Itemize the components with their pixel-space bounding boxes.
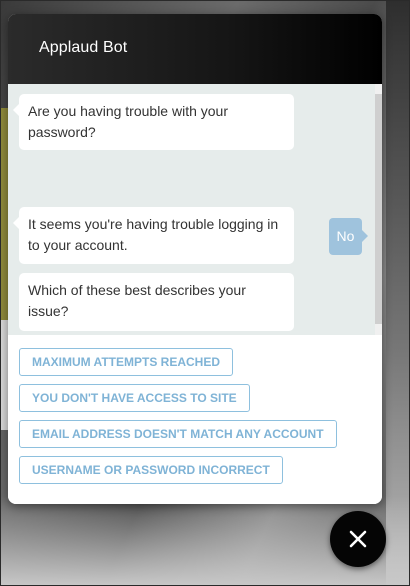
scrollbar-thumb[interactable] — [375, 94, 382, 324]
option-no-access-button[interactable]: YOU DON'T HAVE ACCESS TO SITE — [19, 384, 250, 412]
option-email-mismatch-button[interactable]: EMAIL ADDRESS DOESN'T MATCH ANY ACCOUNT — [19, 420, 337, 448]
chat-window: Applaud Bot Are you having trouble with … — [8, 14, 382, 504]
option-maximum-attempts-button[interactable]: MAXIMUM ATTEMPTS REACHED — [19, 348, 233, 376]
quick-reply-options: MAXIMUM ATTEMPTS REACHED YOU DON'T HAVE … — [8, 335, 382, 504]
close-icon — [349, 530, 367, 548]
close-chat-button[interactable] — [330, 511, 386, 567]
bot-message: Which of these best describes your issue… — [19, 273, 294, 331]
user-message: No — [329, 218, 368, 255]
bot-message: Are you having trouble with your passwor… — [13, 94, 294, 150]
chat-title: Applaud Bot — [39, 39, 128, 56]
chat-header: Applaud Bot — [8, 14, 382, 84]
option-credentials-incorrect-button[interactable]: USERNAME OR PASSWORD INCORRECT — [19, 456, 283, 484]
message-list[interactable]: Are you having trouble with your passwor… — [8, 84, 382, 335]
bot-message: It seems you're having trouble logging i… — [13, 207, 294, 264]
